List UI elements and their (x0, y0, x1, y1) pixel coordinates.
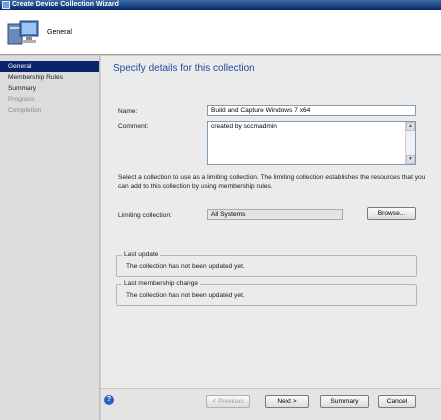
comment-label: Comment: (118, 123, 149, 130)
browse-button[interactable]: Browse... (367, 207, 416, 220)
section-heading: Specify details for this collection (113, 63, 255, 74)
scroll-down-icon[interactable]: ▼ (406, 155, 415, 164)
previous-button: < Previous (206, 395, 250, 408)
step-progress: Progress (8, 96, 35, 103)
step-summary[interactable]: Summary (0, 83, 99, 94)
comment-text: created by sccmadmin (211, 123, 277, 130)
comment-field[interactable]: created by sccmadmin ▲ ▼ (207, 121, 416, 165)
last-update-text: The collection has not been updated yet. (126, 263, 245, 270)
cancel-button[interactable]: Cancel (378, 395, 416, 408)
help-icon[interactable]: ? (104, 395, 114, 405)
summary-button[interactable]: Summary (320, 395, 369, 408)
step-general[interactable]: General (0, 61, 99, 72)
app-icon (2, 1, 10, 9)
window-title: Create Device Collection Wizard (12, 1, 119, 8)
wizard-header: General (0, 10, 441, 55)
limiting-info-text: Select a collection to use as a limiting… (118, 174, 426, 190)
limiting-collection-label: Limiting collection: (118, 212, 172, 219)
last-update-group: Last update The collection has not been … (116, 251, 417, 277)
computer-icon (7, 20, 39, 45)
name-field[interactable]: Build and Capture Windows 7 x64 (207, 105, 416, 116)
last-membership-change-legend: Last membership change (122, 280, 201, 287)
scroll-up-icon[interactable]: ▲ (406, 122, 415, 131)
page-title: General (47, 29, 72, 36)
comment-scrollbar[interactable]: ▲ ▼ (405, 122, 415, 164)
last-membership-change-group: Last membership change The collection ha… (116, 280, 417, 306)
step-completion: Completion (8, 107, 42, 114)
next-button[interactable]: Next > (265, 395, 309, 408)
limiting-collection-field: All Systems (207, 209, 343, 220)
title-bar: Create Device Collection Wizard (0, 0, 441, 10)
last-membership-change-text: The collection has not been updated yet. (126, 292, 245, 299)
name-label: Name: (118, 108, 138, 115)
wizard-steps: General Membership Rules Summary Progres… (0, 56, 100, 420)
main-panel: Specify details for this collection Name… (101, 56, 441, 388)
step-membership-rules[interactable]: Membership Rules (0, 72, 99, 83)
last-update-legend: Last update (122, 251, 161, 258)
